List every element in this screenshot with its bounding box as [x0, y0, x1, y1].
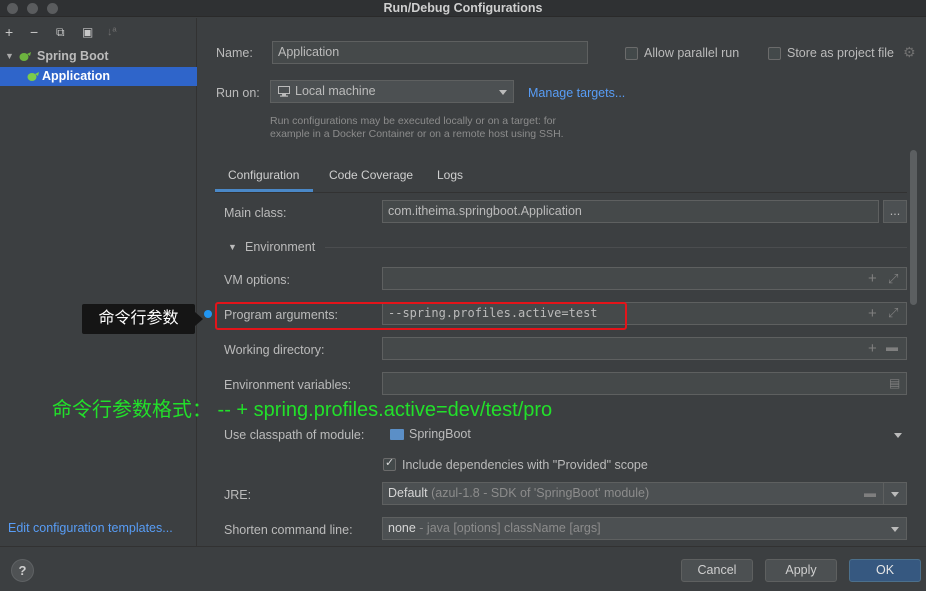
shorten-command-line-select[interactable]: none - java [options] className [args] — [382, 517, 907, 540]
dropdown-arrow-icon — [894, 433, 902, 438]
dialog-button-bar: ? Cancel Apply OK — [0, 546, 926, 591]
chevron-down-icon[interactable]: ▼ — [5, 47, 14, 66]
configurations-tree-panel: + − ⧉ ▣ ↓ª ▼ Spring Boot Application Edi… — [0, 18, 197, 546]
tree-item-label: Application — [42, 69, 111, 83]
vm-options-label: VM options: — [224, 273, 291, 287]
jre-value-detail: (azul-1.8 - SDK of 'SpringBoot' module) — [427, 486, 650, 500]
include-provided-checkbox[interactable] — [383, 456, 396, 471]
environment-divider — [325, 247, 907, 248]
expand-plus-icon[interactable]: + — [868, 271, 877, 286]
apply-button[interactable]: Apply — [765, 559, 837, 582]
jre-value-default: Default — [388, 486, 428, 500]
jre-select[interactable]: Default (azul-1.8 - SDK of 'SpringBoot' … — [382, 482, 907, 505]
annotation-callout: 命令行参数 — [82, 304, 195, 334]
help-button[interactable]: ? — [11, 559, 34, 582]
list-icon[interactable]: ▤ — [889, 377, 900, 390]
copy-icon[interactable]: ⧉ — [56, 24, 65, 40]
run-on-hint-line-2: example in a Docker Container or on a re… — [270, 128, 564, 140]
dropdown-arrow-icon — [891, 492, 899, 497]
tree-item-application[interactable]: Application — [0, 67, 197, 86]
store-as-project-file-checkbox[interactable] — [768, 47, 781, 60]
main-class-browse-button[interactable]: ... — [883, 200, 907, 223]
program-arguments-highlight-box — [215, 302, 627, 330]
folder-icon[interactable]: ▣ — [82, 24, 93, 40]
tree-group-spring-boot[interactable]: ▼ Spring Boot — [0, 47, 197, 66]
tree-group-label: Spring Boot — [37, 49, 109, 63]
shorten-command-line-label: Shorten command line: — [224, 523, 353, 537]
name-input[interactable]: Application — [272, 41, 588, 64]
module-folder-icon — [390, 429, 404, 440]
shorten-value-none: none — [388, 521, 416, 535]
include-provided-label: Include dependencies with "Provided" sco… — [402, 458, 648, 472]
annotation-format-note: 命令行参数格式： -- + spring.profiles.active=dev… — [52, 399, 553, 421]
folder-icon[interactable]: ▬ — [864, 487, 876, 500]
tab-configuration[interactable]: Configuration — [228, 168, 299, 182]
tab-code-coverage[interactable]: Code Coverage — [329, 168, 413, 182]
select-divider — [883, 483, 884, 504]
environment-header: Environment — [245, 240, 316, 254]
run-on-hint-line-1: Run configurations may be executed local… — [270, 115, 556, 127]
store-as-project-file-label: Store as project file — [787, 46, 894, 60]
shorten-value-detail: - java [options] className [args] — [415, 521, 601, 535]
computer-icon — [278, 86, 290, 97]
allow-parallel-run-checkbox[interactable] — [625, 47, 638, 60]
environment-variables-label: Environment variables: — [224, 378, 352, 392]
dropdown-arrow-icon — [891, 527, 899, 532]
tab-divider — [215, 192, 907, 193]
run-on-select[interactable]: Local machine — [270, 80, 514, 103]
allow-parallel-run-label: Allow parallel run — [644, 46, 740, 60]
remove-icon[interactable]: − — [30, 24, 38, 40]
main-class-label: Main class: — [224, 206, 287, 220]
tab-logs[interactable]: Logs — [437, 168, 463, 182]
working-directory-input[interactable]: + ▬ — [382, 337, 907, 360]
collapse-environment-icon[interactable]: ▼ — [228, 242, 237, 252]
expand-plus-icon[interactable]: + — [868, 341, 877, 356]
run-on-value: Local machine — [295, 84, 376, 98]
annotation-dot — [204, 310, 212, 318]
title-bar: Run/Debug Configurations — [0, 0, 926, 17]
main-class-input[interactable]: com.itheima.springboot.Application — [382, 200, 879, 223]
spring-boot-icon — [19, 52, 31, 61]
name-label: Name: — [216, 46, 253, 60]
run-on-label: Run on: — [216, 86, 260, 100]
folder-icon[interactable]: ▬ — [886, 341, 898, 354]
dropdown-arrow-icon — [499, 90, 507, 95]
cancel-button[interactable]: Cancel — [681, 559, 753, 582]
jre-label: JRE: — [224, 488, 252, 502]
window-title: Run/Debug Configurations — [383, 1, 543, 15]
spring-boot-icon — [27, 72, 39, 81]
expand-plus-icon[interactable]: + — [868, 306, 877, 321]
classpath-module-label: Use classpath of module: — [224, 428, 365, 442]
add-icon[interactable]: + — [5, 24, 13, 40]
expand-field-icon[interactable]: ⤢ — [888, 307, 898, 320]
callout-pointer — [195, 312, 203, 326]
vm-options-input[interactable]: + ⤢ — [382, 267, 907, 290]
classpath-module-select[interactable]: SpringBoot — [382, 423, 907, 446]
tree-toolbar: + − ⧉ ▣ ↓ª — [0, 24, 197, 42]
gear-icon[interactable]: ⚙ — [903, 44, 916, 61]
edit-configuration-templates-link[interactable]: Edit configuration templates... — [8, 521, 173, 535]
form-scrollbar[interactable] — [910, 150, 917, 305]
environment-variables-input[interactable]: ▤ — [382, 372, 907, 395]
working-directory-label: Working directory: — [224, 343, 325, 357]
expand-field-icon[interactable]: ⤢ — [888, 272, 898, 285]
sort-icon[interactable]: ↓ª — [107, 24, 117, 40]
classpath-module-value: SpringBoot — [409, 427, 471, 441]
manage-targets-link[interactable]: Manage targets... — [528, 86, 625, 100]
ok-button[interactable]: OK — [849, 559, 921, 582]
